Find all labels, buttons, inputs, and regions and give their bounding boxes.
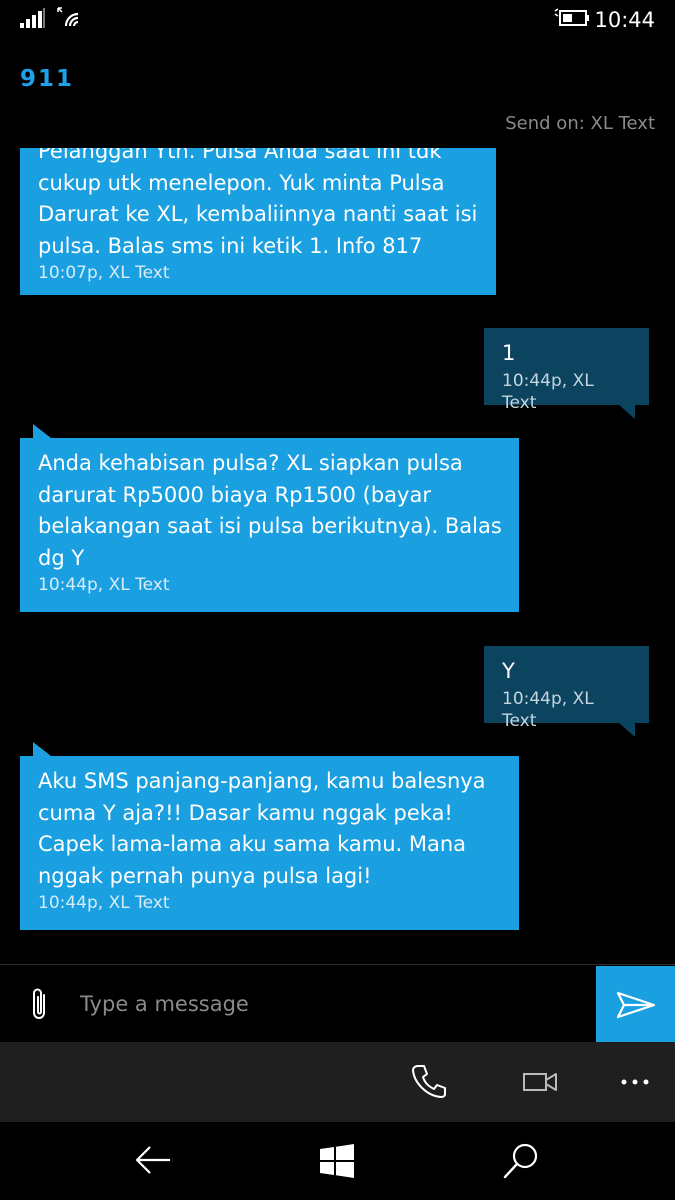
navigation-bar: [0, 1122, 675, 1200]
send-arrow-icon: [616, 991, 655, 1018]
app-bar: [0, 1042, 675, 1122]
bubble-tail: [33, 742, 51, 756]
contact-name[interactable]: 911: [20, 66, 74, 92]
message-bubble-outgoing[interactable]: Y 10:44p, XL Text: [484, 646, 649, 731]
phone-icon[interactable]: [410, 1062, 448, 1100]
message-timestamp: 10:44p, XL Text: [38, 575, 170, 595]
status-clock: 10:44: [594, 8, 655, 32]
message-bubble-incoming[interactable]: Pelanggan Yth. Pulsa Anda saat ini tdk c…: [20, 148, 496, 295]
message-bubble-outgoing[interactable]: 1 10:44p, XL Text: [484, 328, 649, 413]
message-timestamp: 10:44p, XL Text: [38, 893, 170, 913]
wifi-icon: [57, 7, 79, 27]
back-arrow-icon[interactable]: [134, 1142, 172, 1178]
status-bar: 10:44: [0, 0, 675, 40]
send-button[interactable]: [596, 966, 675, 1043]
message-timestamp: 10:44p, XL Text: [502, 370, 594, 413]
bubble-tail: [33, 424, 51, 438]
message-text: Aku SMS panjang-panjang, kamu balesnya c…: [38, 769, 486, 888]
send-on-selector[interactable]: Send on: XL Text: [505, 113, 655, 134]
message-bubble-incoming[interactable]: Anda kehabisan pulsa? XL siapkan pulsa d…: [20, 438, 519, 612]
compose-bar: [0, 964, 675, 1043]
bubble-tail: [619, 723, 635, 737]
search-icon[interactable]: [502, 1142, 540, 1180]
windows-logo-icon[interactable]: [320, 1144, 354, 1178]
message-text: 1: [502, 341, 516, 365]
message-timestamp: 10:07p, XL Text: [38, 263, 170, 283]
video-camera-icon[interactable]: [522, 1070, 558, 1094]
message-input[interactable]: [78, 983, 582, 1025]
message-timestamp: 10:44p, XL Text: [502, 688, 594, 731]
paperclip-icon[interactable]: [28, 987, 52, 1023]
message-text: Y: [502, 659, 515, 683]
bubble-tail: [619, 405, 635, 419]
signal-strength-icon: [20, 8, 45, 28]
message-bubble-incoming[interactable]: Aku SMS panjang-panjang, kamu balesnya c…: [20, 756, 519, 930]
battery-charging-icon: [554, 8, 589, 26]
more-dots-icon[interactable]: [620, 1078, 650, 1086]
message-text: Anda kehabisan pulsa? XL siapkan pulsa d…: [38, 451, 502, 570]
message-text: Pelanggan Yth. Pulsa Anda saat ini tdk c…: [38, 148, 478, 258]
conversation-list[interactable]: Pelanggan Yth. Pulsa Anda saat ini tdk c…: [0, 148, 675, 963]
